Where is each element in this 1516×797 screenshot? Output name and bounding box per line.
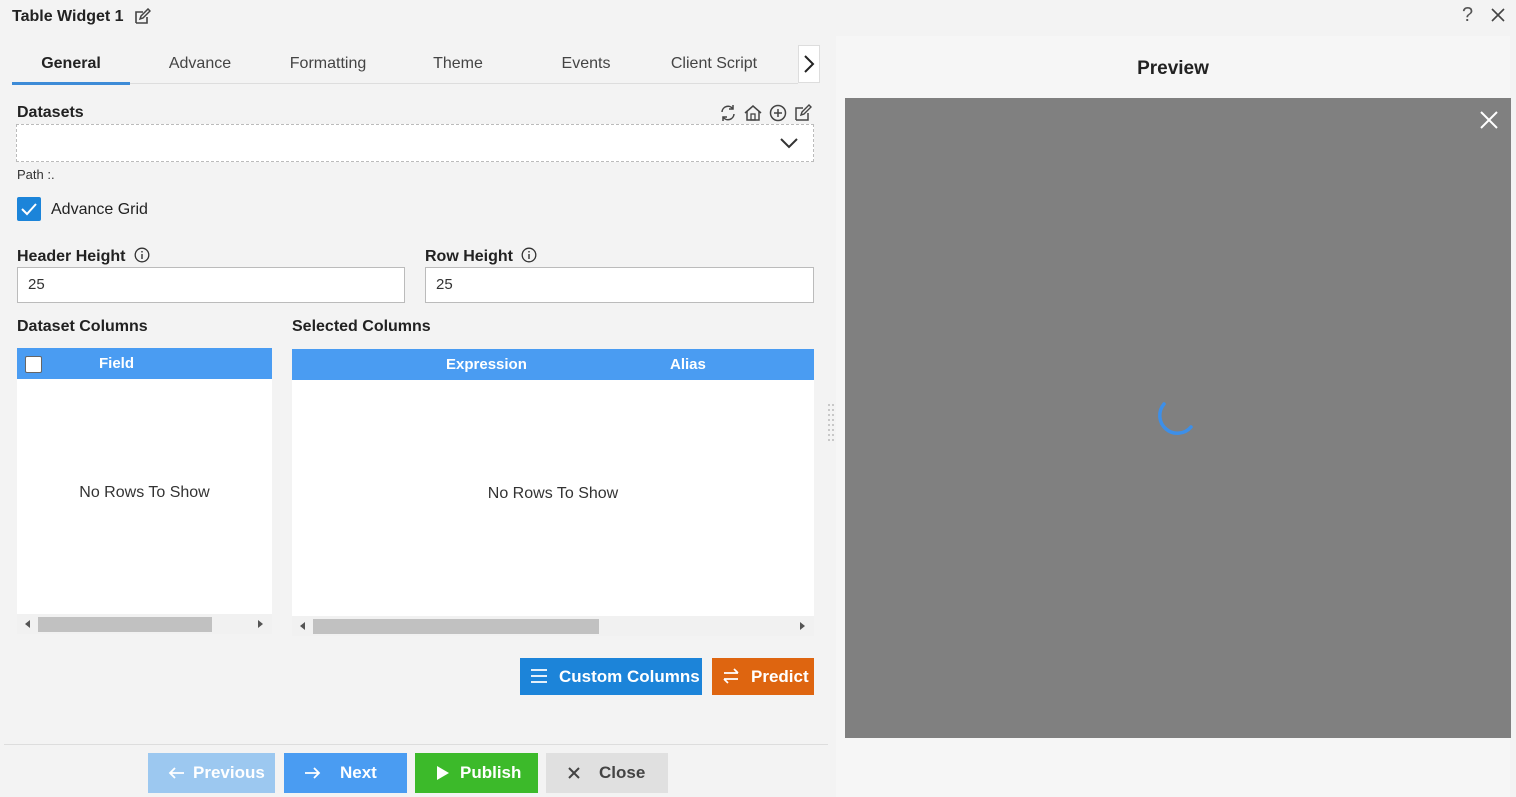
info-icon[interactable] bbox=[521, 247, 537, 263]
loading-spinner-icon bbox=[1150, 390, 1202, 442]
selected-columns-label: Selected Columns bbox=[292, 318, 431, 335]
grid-header: Field bbox=[17, 348, 272, 379]
info-icon[interactable] bbox=[134, 247, 150, 263]
edit-dataset-icon[interactable] bbox=[793, 103, 813, 123]
horizontal-scrollbar[interactable] bbox=[292, 616, 814, 636]
custom-columns-label: Custom Columns bbox=[559, 667, 700, 686]
next-label: Next bbox=[340, 763, 377, 782]
tab-advance[interactable]: Advance bbox=[142, 44, 258, 84]
advance-grid-checkbox[interactable] bbox=[17, 197, 41, 221]
window-close-icon[interactable] bbox=[1489, 6, 1507, 24]
tab-bar: General Advance Formatting Theme Events … bbox=[12, 44, 798, 85]
widget-settings-panel: General Advance Formatting Theme Events … bbox=[0, 36, 830, 744]
scrollbar-thumb[interactable] bbox=[313, 619, 599, 634]
home-icon[interactable] bbox=[743, 103, 763, 123]
selected-columns-grid: Expression Alias No Rows To Show bbox=[292, 349, 814, 616]
close-label: Close bbox=[599, 763, 646, 782]
horizontal-scrollbar[interactable] bbox=[17, 614, 272, 634]
swap-arrows-icon bbox=[722, 667, 740, 685]
scroll-right-icon[interactable] bbox=[800, 622, 805, 630]
dataset-actions bbox=[718, 103, 814, 123]
arrow-right-icon bbox=[303, 764, 321, 782]
close-icon bbox=[565, 764, 583, 782]
previous-label: Previous bbox=[193, 763, 265, 782]
publish-button[interactable]: Publish bbox=[415, 753, 538, 793]
preview-panel: Preview bbox=[836, 36, 1511, 797]
header-height-input[interactable]: 25 bbox=[17, 267, 405, 303]
no-rows-message: No Rows To Show bbox=[79, 484, 210, 501]
column-header-field[interactable]: Field bbox=[99, 348, 134, 379]
panel-resize-handle[interactable] bbox=[828, 404, 834, 444]
footer-divider bbox=[4, 744, 828, 745]
scroll-left-icon[interactable] bbox=[300, 622, 305, 630]
select-all-checkbox[interactable] bbox=[25, 356, 42, 373]
header-height-label-row: Header Height bbox=[17, 247, 150, 266]
dataset-columns-grid: Field No Rows To Show bbox=[17, 348, 272, 614]
predict-button[interactable]: Predict bbox=[712, 658, 814, 695]
help-icon[interactable]: ? bbox=[1462, 4, 1473, 27]
tab-events[interactable]: Events bbox=[528, 44, 644, 84]
tab-formatting[interactable]: Formatting bbox=[270, 44, 386, 84]
tab-scroll-right-button[interactable] bbox=[798, 45, 820, 83]
title-bar: Table Widget 1 ? bbox=[0, 0, 1516, 36]
tab-theme[interactable]: Theme bbox=[400, 44, 516, 84]
header-height-label: Header Height bbox=[17, 248, 126, 265]
scroll-left-icon[interactable] bbox=[25, 620, 30, 628]
refresh-icon[interactable] bbox=[718, 103, 738, 123]
scrollbar-thumb[interactable] bbox=[38, 617, 212, 632]
dataset-dropdown[interactable] bbox=[16, 124, 814, 162]
checkmark-icon bbox=[21, 203, 37, 216]
column-header-alias[interactable]: Alias bbox=[670, 349, 706, 380]
predict-label: Predict bbox=[751, 667, 809, 686]
widget-title: Table Widget 1 bbox=[12, 8, 124, 25]
tab-general[interactable]: General bbox=[12, 44, 130, 85]
add-dataset-icon[interactable] bbox=[768, 103, 788, 123]
datasets-label: Datasets bbox=[17, 104, 84, 121]
close-button[interactable]: Close bbox=[546, 753, 668, 793]
dataset-path: Path :. bbox=[17, 167, 55, 182]
scroll-right-icon[interactable] bbox=[258, 620, 263, 628]
next-button[interactable]: Next bbox=[284, 753, 407, 793]
tab-client-script[interactable]: Client Script bbox=[656, 44, 772, 84]
previous-button[interactable]: Previous bbox=[148, 753, 275, 793]
preview-canvas bbox=[845, 98, 1511, 738]
grid-header: Expression Alias bbox=[292, 349, 814, 380]
row-height-label-row: Row Height bbox=[425, 247, 537, 266]
preview-title: Preview bbox=[1137, 58, 1209, 79]
row-height-input[interactable]: 25 bbox=[425, 267, 814, 303]
custom-columns-button[interactable]: Custom Columns bbox=[520, 658, 702, 695]
close-preview-icon[interactable] bbox=[1479, 110, 1499, 130]
no-rows-message: No Rows To Show bbox=[487, 485, 619, 502]
column-header-expression[interactable]: Expression bbox=[446, 349, 527, 380]
dataset-columns-label: Dataset Columns bbox=[17, 318, 148, 335]
edit-title-icon[interactable] bbox=[133, 7, 152, 26]
chevron-down-icon bbox=[779, 135, 799, 151]
list-icon bbox=[530, 667, 548, 685]
arrow-left-icon bbox=[168, 764, 186, 782]
play-icon bbox=[434, 764, 452, 782]
advance-grid-label: Advance Grid bbox=[51, 201, 148, 218]
publish-label: Publish bbox=[460, 763, 522, 782]
row-height-label: Row Height bbox=[425, 248, 513, 265]
